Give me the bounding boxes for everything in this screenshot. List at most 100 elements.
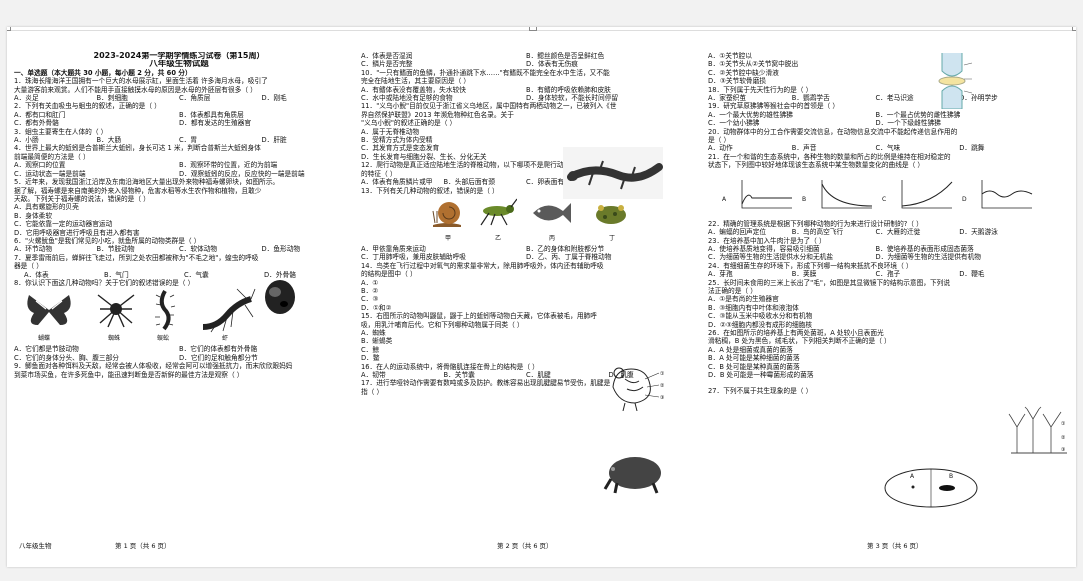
option: D．体表有无伤痕 bbox=[526, 60, 578, 69]
option: A．有鳍体表没有覆盖物，失水较快 bbox=[361, 85, 466, 94]
option: C．B 处可能是某种真菌的菌落 bbox=[708, 362, 800, 371]
options-row: A．动作 B．声音 C．气味 D．跳舞 bbox=[708, 144, 1043, 152]
question-text: 9．鲫鱼面对各种饵料及天敌，经常会被人体吸收，经常会阿可以增强抵抗力，而末欣欣跟… bbox=[14, 362, 293, 371]
option: C．气味 bbox=[875, 144, 901, 153]
dish-label: A bbox=[910, 473, 915, 480]
question-text: 4．世界上最大的蚯蚓是合普斯兰大蚯蚓，身长可达 1 米，判断合普斯兰大蚯蚓身体 bbox=[14, 144, 261, 153]
graph-label: B bbox=[802, 195, 807, 203]
question-text: 完全在陆地生活，其主要原因是（ ） bbox=[361, 77, 471, 86]
question-text: 15．右图所示的动物叫鼹鼠，鼹于上的蚯蚓等动物白天藏，它体表被毛，用肺呼 bbox=[361, 312, 597, 321]
option: A．①是有尚的生殖器官 bbox=[708, 295, 779, 304]
question-text: 24．有细细菌生存的环境下，形成下列哪一结构来抵抗不良环境（ ） bbox=[708, 261, 913, 270]
question-text: 10．"一只有鳍面的鱼鳞，扑通扑通跳下水……"有鳍既不能完全在水中生活，又不能 bbox=[361, 68, 610, 77]
carp-icon bbox=[533, 202, 571, 223]
animal-label: 蜘蛛 bbox=[108, 335, 121, 343]
animal-label: 虾 bbox=[222, 335, 229, 343]
option: A．体表有角质鳞片或甲 bbox=[361, 178, 433, 187]
question-text: 27．下列不属于共生现象的是（ ） bbox=[708, 387, 813, 396]
option: D．乙、丙、丁属于脊椎动物 bbox=[526, 253, 612, 262]
option: A．蜘蛛 bbox=[361, 328, 386, 337]
options-row: C．运动状态一端是前端 D．观察蚯蚓的反应，反应快的一端是前端 bbox=[14, 170, 344, 178]
option: D．③关节软骨磨损 bbox=[708, 77, 766, 86]
option: D．一个下级雌性狒狒 bbox=[875, 119, 941, 128]
option: C．②关节腔中缺少滑液 bbox=[708, 68, 779, 77]
option: A．芽孢 bbox=[708, 270, 733, 279]
animals-figure: 甲 乙 丙 丁 bbox=[361, 195, 691, 245]
option: A．都有口和肛门 bbox=[14, 110, 66, 119]
option: B．A 处可能是某种细菌的菌落 bbox=[708, 354, 800, 363]
options-row: C．水中或陆地没有足够的食物 D．身体较软，不能长时间停留 bbox=[361, 94, 691, 102]
dish-label: B bbox=[949, 473, 954, 480]
option: D．B 处可能是一种霉菌形成的菌落 bbox=[708, 371, 814, 379]
option: C．孢子 bbox=[875, 270, 901, 279]
option: B．身体柔软 bbox=[14, 211, 53, 220]
options-row: C．丁用肺呼吸，兼用皮肤辅助呼吸 D．乙、丙、丁属于脊椎动物 bbox=[361, 253, 691, 261]
question-text: "义乌小鲵"的叙述正确的是（ ） bbox=[361, 119, 457, 128]
centipede-icon bbox=[155, 290, 176, 331]
option: A．小肠 bbox=[14, 136, 39, 145]
option: A．① bbox=[361, 278, 379, 287]
apple-snail-image bbox=[265, 280, 295, 314]
option: B．蜥蜴类 bbox=[361, 337, 393, 346]
svg-text:②: ② bbox=[660, 383, 665, 389]
exam-title: 2023-2024第一学期学情练习试卷（第15周） bbox=[93, 52, 265, 60]
option: C．为细菌等生物的生活提供水分和无机盐 bbox=[708, 253, 834, 262]
option: C．它们的身体分头、胸、腹三部分 bbox=[14, 353, 119, 362]
animal-label: 丁 bbox=[609, 234, 616, 242]
option: D．刚毛 bbox=[261, 94, 287, 103]
question-text: 到菜市场买鱼，在许多死鱼中，能迅速判断鱼是否新鲜的最佳方法是观察（ ） bbox=[14, 370, 244, 379]
options-row: C．都有外骨骼 D．都有发达的生殖器官 bbox=[14, 119, 344, 127]
question-text: 状态下，下列图中较好地体现该生态系统中某生物数量变化的曲线是（ ） bbox=[708, 161, 925, 170]
question-text: 25．长时间未食用的三米上长出了"毛"，如图是其显微镜下的结构示意图，下列说 bbox=[708, 278, 951, 287]
mold-structure-diagram: ① ② ③ bbox=[1008, 406, 1067, 454]
page-column-3: A．①关节腔以 B．①关节头从②关节窝中脱出 C．②关节腔中缺少滑液 D．③关节… bbox=[708, 52, 1043, 396]
page-column-2: A．体表是否湿润 B．鳃丝颜色是否呈鲜红色 C．鳞片是否完整 D．体表有无伤痕 10… bbox=[361, 52, 691, 396]
option: D．鱼形动物 bbox=[261, 245, 301, 254]
animal-label: 乙 bbox=[495, 234, 502, 242]
option: B．② bbox=[361, 286, 379, 295]
question-text: 19．研究草原狒狒等猴社会中的首领是（ ） bbox=[708, 102, 840, 111]
animal-label: 蝴蝶 bbox=[38, 335, 51, 343]
page-number: 第 3 页（共 6 页） bbox=[867, 542, 923, 550]
frog-icon bbox=[596, 204, 626, 224]
question-text: 滑粘稠，B 处为黑色，绒毛状，下列相关判断不正确的是（ ） bbox=[708, 337, 891, 346]
question-text: 界自然保护联盟》2013 年濒危物种红色名录。关于 bbox=[361, 110, 514, 119]
option: B．它们的体表都有外骨骼 bbox=[179, 345, 258, 354]
options-row: A．一个最大优势的雄性狒狒 B．一个最占优势的雌性狒狒 bbox=[708, 111, 1043, 119]
option: D．它们的足和触角都分节 bbox=[179, 353, 258, 362]
question-text: 法正确的是（ ） bbox=[708, 286, 757, 295]
options-row: C．它们的身体分头、胸、腹三部分 D．它们的足和触角都分节 bbox=[14, 354, 344, 362]
option: C．它能依靠一定的运动器官运动 bbox=[14, 220, 113, 229]
option: D．天鹅游泳 bbox=[959, 228, 998, 237]
svg-text:②: ② bbox=[1061, 435, 1066, 441]
option: B．一个最占优势的雌性狒狒 bbox=[875, 110, 961, 119]
option: D．为细菌等生物的生活提供有机物 bbox=[875, 253, 981, 262]
option: A．它们都是节肢动物 bbox=[14, 345, 79, 354]
option: B．头部后面有颈 bbox=[443, 178, 495, 187]
mole-image bbox=[603, 457, 661, 494]
option: A．体表 bbox=[24, 270, 49, 279]
corner-marker bbox=[529, 27, 537, 31]
option: C．胃 bbox=[179, 136, 198, 145]
option: B．刺细胞 bbox=[96, 94, 128, 103]
option: D．①和② bbox=[361, 303, 392, 312]
question-text: 器是（ ） bbox=[14, 262, 43, 271]
header-rule bbox=[7, 30, 1076, 31]
option: D．身体较软，不能长时间停留 bbox=[526, 94, 619, 103]
graph-label: C bbox=[882, 195, 887, 203]
options-row: A．观察口的位置 B．观察环带的位置，近的为前端 bbox=[14, 161, 344, 169]
option: C．大雁的迁徙 bbox=[875, 228, 921, 237]
question-text: 1．珠海长隆海洋王国拥有一个巨大的水母展示缸，里面生活着 许多海月水母，吸引了 bbox=[14, 77, 268, 86]
option: C．③能从玉米中吸收水分和有机物 bbox=[708, 312, 813, 321]
options-row: A．它们都是节肢动物 B．它们的体表都有外骨骼 bbox=[14, 345, 344, 353]
option: B．受精方式为体内受精 bbox=[361, 136, 433, 145]
option: B．关节囊 bbox=[443, 371, 475, 379]
option: C．都有外骨骼 bbox=[14, 119, 59, 128]
options-row: A．都有口和肛门 B．体表都具有角质层 bbox=[14, 111, 344, 119]
option: D．②③细胞内都没有成形的细胞核 bbox=[708, 320, 813, 329]
question-text: 23．在培养基中加入牛肉汁是为了（ ） bbox=[708, 236, 826, 245]
option: C．一个幼小狒狒 bbox=[708, 119, 760, 128]
option: A．炎足 bbox=[14, 94, 39, 103]
option: B．①关节头从②关节窝中脱出 bbox=[708, 60, 799, 69]
svg-text:③: ③ bbox=[1061, 447, 1065, 453]
